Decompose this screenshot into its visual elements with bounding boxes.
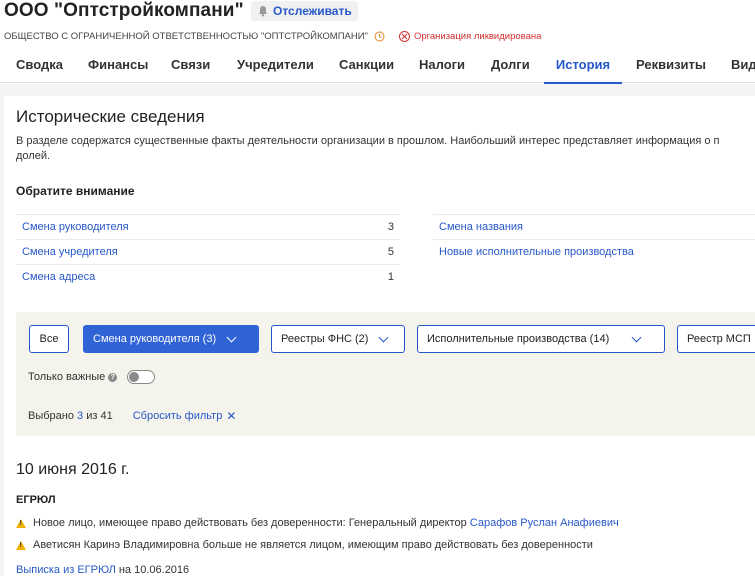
extract-date: на 10.06.2016 (118, 564, 190, 576)
chevron-down-icon (226, 332, 237, 342)
tab-taxes[interactable]: Налоги (419, 52, 465, 82)
stat-count: 5 (387, 246, 394, 258)
track-button[interactable]: Отслеживать (251, 1, 358, 21)
reset-filter-label: Сбросить фильтр (132, 410, 223, 422)
selected-prefix: Выбрано (28, 410, 74, 422)
event-text: Аветисян Каринэ Владимировна больше не я… (33, 539, 593, 551)
person-link[interactable]: Сарафов Руслан Анафиевич (470, 517, 619, 529)
important-only-toggle[interactable] (127, 370, 156, 384)
status-text: Организация ликвидирована (413, 31, 542, 42)
tab-types[interactable]: Вид (731, 52, 755, 82)
close-icon: ✕ (226, 409, 237, 423)
stat-row: Смена руководителя 3 (16, 214, 400, 239)
stat-row: Смена адреса 1 (16, 264, 400, 289)
filter-label: Реестр МСП (687, 333, 751, 345)
event-text: Новое лицо, имеющее право действовать бе… (33, 517, 467, 529)
stat-link-name-change[interactable]: Смена названия (439, 221, 523, 233)
selected-summary: Выбрано 3 из 41 Сбросить фильтр ✕ (28, 409, 236, 423)
stat-link-director-change[interactable]: Смена руководителя (22, 221, 129, 233)
tab-connections[interactable]: Связи (171, 52, 210, 82)
selected-total: из 41 (86, 410, 113, 422)
filter-msp-registry-dropdown[interactable]: Реестр МСП (677, 325, 755, 353)
stat-link-founder-change[interactable]: Смена учредителя (22, 246, 118, 258)
stats-right: Смена названия Новые исполнительные прои… (433, 214, 755, 264)
tab-sanctions[interactable]: Санкции (339, 52, 394, 82)
tab-requisites[interactable]: Реквизиты (636, 52, 706, 82)
bell-icon (259, 6, 267, 17)
timeline-event: Новое лицо, имеющее право действовать бе… (16, 517, 619, 529)
attention-heading: Обратите внимание (16, 184, 135, 198)
filter-panel: Все Смена руководителя (3) Реестры ФНС (… (16, 312, 755, 436)
timeline-event: Аветисян Каринэ Владимировна больше не я… (16, 539, 593, 551)
stat-row: Смена названия (433, 214, 755, 239)
header: ООО "Оптстройкомпани" Отслеживать ОБЩЕСТ… (0, 0, 755, 96)
chevron-down-icon (379, 332, 389, 342)
reset-filter-button[interactable]: Сбросить фильтр ✕ (133, 409, 237, 423)
tab-summary[interactable]: Сводка (16, 52, 63, 82)
important-only-label: Только важные (28, 371, 106, 383)
stats-left: Смена руководителя 3 Смена учредителя 5 … (16, 214, 400, 289)
org-subtitle: ОБЩЕСТВО С ОГРАНИЧЕННОЙ ОТВЕТСТВЕННОСТЬЮ… (4, 31, 541, 42)
timeline-source: ЕГРЮЛ (16, 494, 56, 506)
filter-all-button[interactable]: Все (29, 325, 69, 353)
help-icon[interactable]: ? (108, 372, 118, 382)
chevron-down-icon (631, 332, 642, 342)
tab-finance[interactable]: Финансы (88, 52, 148, 82)
timeline-date: 10 июня 2016 г. (16, 461, 130, 478)
filter-fns-registries-dropdown[interactable]: Реестры ФНС (2) (271, 325, 405, 353)
status-badge: Организация ликвидирована (398, 31, 542, 42)
section-description: В разделе содержатся существенные факты … (16, 135, 720, 162)
stat-link-address-change[interactable]: Смена адреса (22, 271, 95, 283)
warning-icon (16, 518, 26, 528)
tab-history[interactable]: История (544, 52, 622, 84)
stat-row: Смена учредителя 5 (16, 239, 400, 264)
clock-icon[interactable] (374, 31, 385, 42)
tab-debts[interactable]: Долги (491, 52, 530, 82)
tab-bar: Сводка Финансы Связи Учредители Санкции … (0, 52, 755, 84)
org-full-name: ОБЩЕСТВО С ОГРАНИЧЕННОЙ ОТВЕТСТВЕННОСТЬЮ… (4, 31, 368, 42)
stat-row: Новые исполнительные производства (433, 239, 755, 264)
filter-director-change-dropdown[interactable]: Смена руководителя (3) (83, 325, 259, 353)
important-only-toggle-row: Только важные ? (28, 370, 156, 384)
close-circle-icon (398, 31, 410, 42)
page-title: ООО "Оптстройкомпани" (4, 0, 244, 21)
filter-label: Исполнительные производства (14) (427, 333, 610, 345)
filter-enforcement-dropdown[interactable]: Исполнительные производства (14) (417, 325, 665, 353)
stat-link-new-proceedings[interactable]: Новые исполнительные производства (439, 246, 634, 258)
warning-icon (16, 540, 26, 550)
egrul-extract-link[interactable]: Выписка из ЕГРЮЛ (16, 564, 116, 576)
tab-founders[interactable]: Учредители (237, 52, 314, 82)
track-label: Отслеживать (273, 4, 352, 18)
toggle-knob (129, 372, 140, 382)
stat-count: 3 (387, 221, 394, 233)
section-title: Исторические сведения (16, 107, 205, 126)
extract-line: Выписка из ЕГРЮЛ на 10.06.2016 (16, 564, 189, 576)
filter-label: Реестры ФНС (2) (281, 333, 369, 345)
stat-count: 1 (387, 271, 394, 283)
filter-label: Смена руководителя (3) (93, 333, 217, 345)
selected-count[interactable]: 3 (77, 410, 83, 422)
